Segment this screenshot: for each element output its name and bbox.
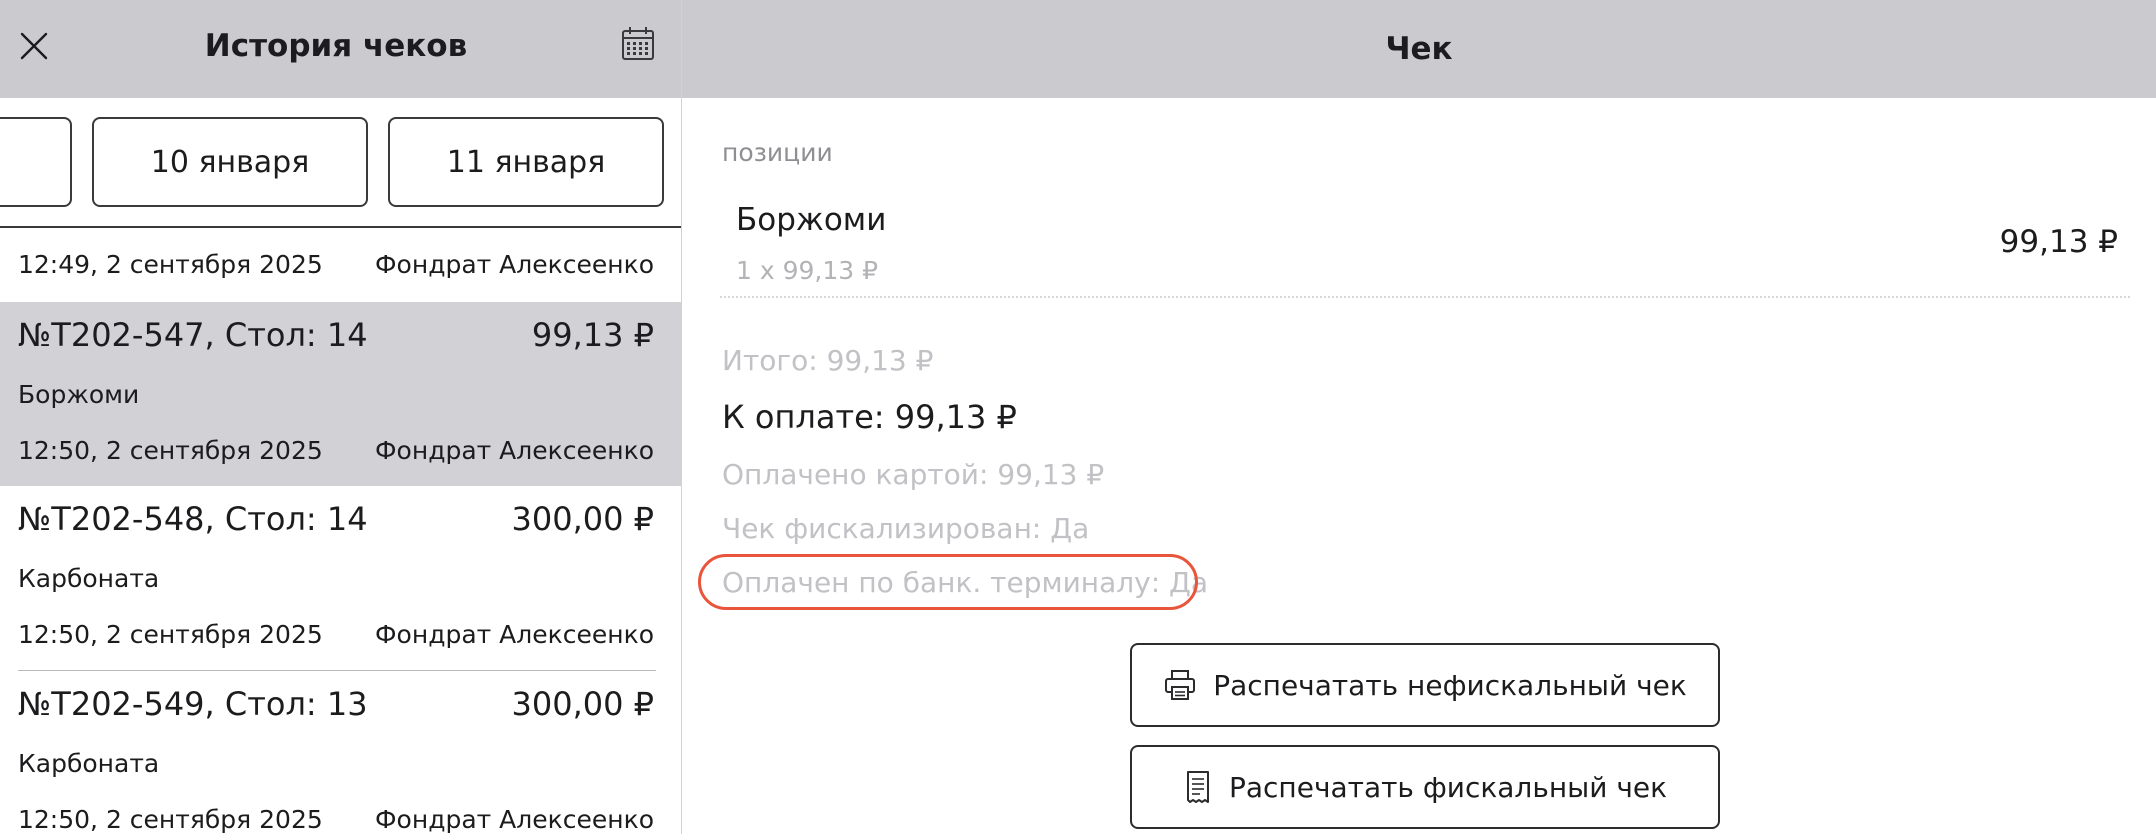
receipt-number: №Т202-549, Стол: 13 (18, 685, 368, 723)
receipt-amount: 300,00 ₽ (511, 685, 655, 723)
receipt-history-panel: История чеков 10 января 11 января 12:49,… (0, 0, 682, 834)
print-fiscal-button[interactable]: Распечатать фискальный чек (1130, 745, 1720, 829)
receipt-author: Фондрат Алексеенко (375, 250, 654, 279)
calendar-icon (622, 27, 654, 60)
receipt-row[interactable]: №Т202-548, Стол: 14 300,00 ₽ Карбоната 1… (0, 486, 681, 670)
summary-paid-card: Оплачено картой: 99,13 ₽ (722, 458, 1105, 491)
summary-to-pay: К оплате: 99,13 ₽ (722, 398, 1017, 436)
receipt-item: Боржоми (18, 380, 140, 409)
receipt-author: Фондрат Алексеенко (375, 805, 654, 834)
receipt-author: Фондрат Алексеенко (375, 436, 654, 465)
receipt-row[interactable]: №Т202-549, Стол: 13 300,00 ₽ Карбоната 1… (0, 671, 681, 834)
summary-total: Итого: 99,13 ₽ (722, 344, 934, 377)
close-button[interactable] (14, 26, 54, 66)
receipt-detail-panel: Чек позиции Боржоми 1 x 99,13 ₽ 99,13 ₽ … (682, 0, 2156, 834)
printer-icon (1165, 670, 1196, 700)
receipt-row-selected[interactable]: №Т202-547, Стол: 14 99,13 ₽ Боржоми 12:5… (0, 302, 681, 486)
date-tab-previous[interactable] (0, 117, 72, 207)
date-tab-jan-11[interactable]: 11 января (388, 117, 664, 207)
summary-fiscalized: Чек фискализирован: Да (722, 512, 1090, 545)
receipt-detail-title: Чек (682, 0, 2156, 98)
receipt-row-partial[interactable]: 12:49, 2 сентября 2025 Фондрат Алексеенк… (18, 250, 654, 279)
receipt-time: 12:49, 2 сентября 2025 (18, 250, 323, 279)
annotation-highlight-ring (698, 554, 1198, 610)
app-root: История чеков 10 января 11 января 12:49,… (0, 0, 2156, 834)
calendar-button[interactable] (618, 24, 658, 64)
receipt-icon (1186, 771, 1209, 803)
receipt-item: Карбоната (18, 749, 160, 778)
receipt-time: 12:50, 2 сентября 2025 (18, 436, 323, 465)
receipt-history-title: История чеков (204, 28, 468, 64)
receipt-item: Карбоната (18, 564, 160, 593)
print-fiscal-label: Распечатать фискальный чек (1228, 770, 1668, 804)
date-tabs-divider (0, 226, 681, 228)
position-divider (720, 296, 2130, 298)
date-tab-jan-10[interactable]: 10 января (92, 117, 368, 207)
close-icon (20, 32, 48, 60)
receipt-number: №Т202-547, Стол: 14 (18, 316, 368, 354)
receipt-history-header: История чеков (0, 0, 681, 98)
print-nonfiscal-label: Распечатать нефискальный чек (1213, 668, 1687, 702)
position-quantity: 1 x 99,13 ₽ (736, 256, 879, 285)
position-amount: 99,13 ₽ (1999, 224, 2118, 260)
receipt-amount: 99,13 ₽ (531, 316, 654, 354)
receipt-number: №Т202-548, Стол: 14 (18, 500, 368, 538)
receipt-time: 12:50, 2 сентября 2025 (18, 620, 323, 649)
positions-section-label: позиции (722, 138, 833, 167)
position-name: Боржоми (736, 202, 887, 238)
print-nonfiscal-button[interactable]: Распечатать нефискальный чек (1130, 643, 1720, 727)
receipt-author: Фондрат Алексеенко (375, 620, 654, 649)
receipt-time: 12:50, 2 сентября 2025 (18, 805, 323, 834)
receipt-amount: 300,00 ₽ (511, 500, 655, 538)
